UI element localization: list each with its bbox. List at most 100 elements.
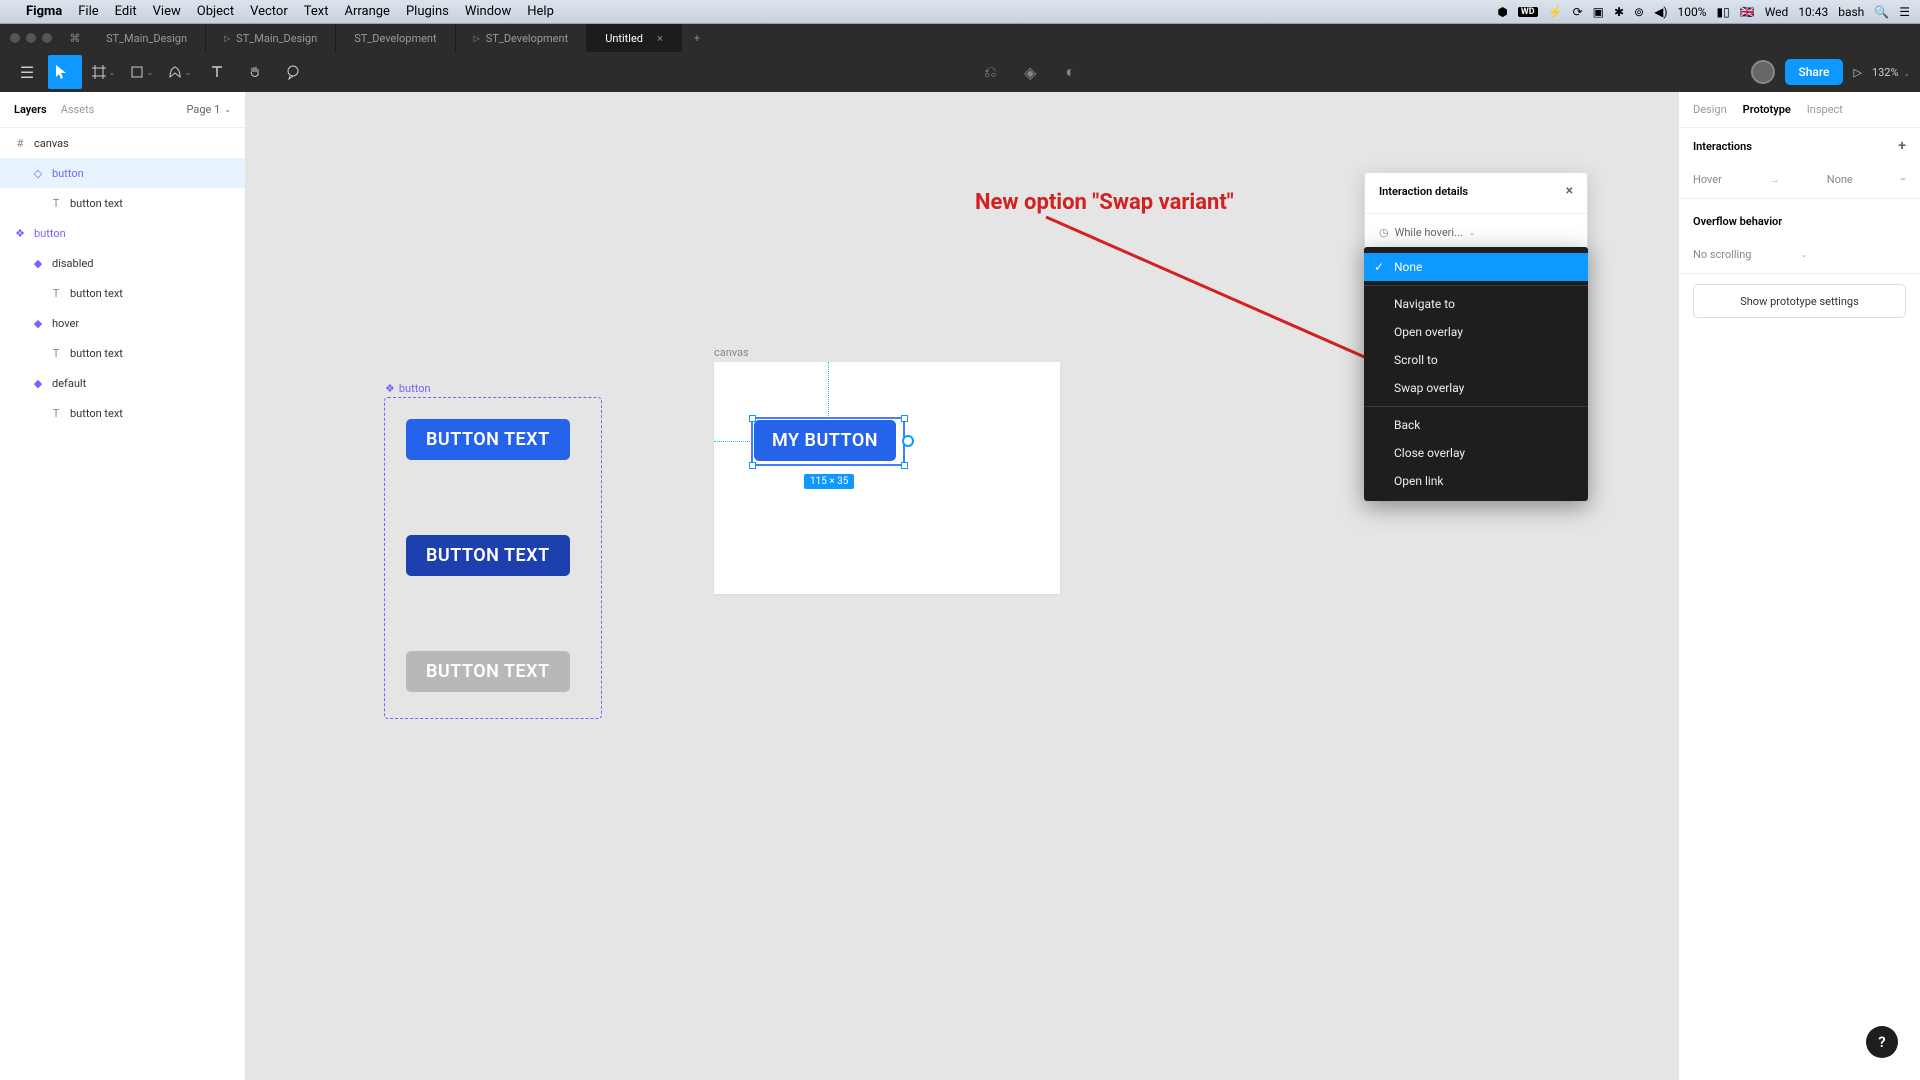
- selection-handle-nw[interactable]: [749, 415, 756, 422]
- layer-hover-text[interactable]: Tbutton text: [0, 338, 245, 368]
- selection-outline: [752, 418, 904, 465]
- menu-edit[interactable]: Edit: [115, 4, 137, 19]
- status-icon-vol[interactable]: ◀): [1654, 5, 1667, 19]
- battery-icon[interactable]: ▮▯: [1717, 5, 1730, 19]
- variant-disabled[interactable]: BUTTON TEXT: [406, 651, 570, 692]
- window-traffic-lights[interactable]: [0, 33, 62, 43]
- page-selector[interactable]: Page 1⌄: [187, 103, 232, 116]
- user-text[interactable]: bash: [1838, 5, 1864, 19]
- search-icon[interactable]: 🔍: [1874, 5, 1889, 19]
- frame-label-canvas[interactable]: canvas: [714, 346, 749, 359]
- prototype-connector-dot[interactable]: [902, 435, 914, 447]
- assets-tab[interactable]: Assets: [61, 103, 95, 116]
- tab-5-active[interactable]: Untitled×: [587, 24, 682, 52]
- menu-view[interactable]: View: [153, 4, 181, 19]
- new-tab-button[interactable]: +: [682, 32, 712, 45]
- dropdown-option-close-overlay[interactable]: Close overlay: [1364, 439, 1588, 467]
- frame-canvas[interactable]: [714, 362, 1060, 594]
- layer-canvas[interactable]: #canvas: [0, 128, 245, 158]
- overflow-heading: Overflow behavior: [1693, 215, 1782, 228]
- tab-1[interactable]: ST_Main_Design: [88, 24, 206, 52]
- layer-button-instance[interactable]: ◇button: [0, 158, 245, 188]
- comment-tool[interactable]: [276, 55, 310, 89]
- menu-plugins[interactable]: Plugins: [406, 4, 449, 19]
- status-icon-wd[interactable]: WD: [1518, 7, 1538, 17]
- selection-handle-ne[interactable]: [901, 415, 908, 422]
- menu-window[interactable]: Window: [465, 4, 511, 19]
- menu-text[interactable]: Text: [304, 4, 329, 19]
- inspector-panel: Design Prototype Inspect Interactions + …: [1678, 92, 1920, 1080]
- undo-icon[interactable]: ⎌: [973, 55, 1007, 89]
- time-text: 10:43: [1798, 5, 1828, 19]
- interaction-row[interactable]: Hover → None −: [1679, 164, 1920, 194]
- layer-button-instance-text[interactable]: Tbutton text: [0, 188, 245, 218]
- action-dropdown: None Navigate to Open overlay Scroll to …: [1364, 247, 1588, 501]
- menu-vector[interactable]: Vector: [250, 4, 288, 19]
- layers-panel: Layers Assets Page 1⌄ #canvas ◇button Tb…: [0, 92, 246, 1080]
- panel-close-button[interactable]: ×: [1566, 183, 1573, 199]
- layer-disabled-text[interactable]: Tbutton text: [0, 278, 245, 308]
- selection-handle-se[interactable]: [901, 462, 908, 469]
- status-icon-1[interactable]: ⬢: [1497, 5, 1507, 19]
- app-name[interactable]: Figma: [26, 4, 62, 19]
- selection-handle-sw[interactable]: [749, 462, 756, 469]
- dropdown-option-open-link[interactable]: Open link: [1364, 467, 1588, 495]
- layer-button-component[interactable]: ❖button: [0, 218, 245, 248]
- day-text: Wed: [1765, 5, 1789, 19]
- show-prototype-settings-button[interactable]: Show prototype settings: [1693, 284, 1906, 318]
- flag-icon[interactable]: 🇬🇧: [1740, 5, 1755, 19]
- dropdown-option-navigate[interactable]: Navigate to: [1364, 290, 1588, 318]
- status-icon-3[interactable]: ⟳: [1573, 5, 1583, 19]
- design-tab[interactable]: Design: [1693, 103, 1727, 116]
- frame-tool[interactable]: ⌄: [86, 55, 120, 89]
- main-menu-button[interactable]: ☰: [10, 63, 44, 82]
- guide-left: [828, 362, 829, 418]
- add-interaction-button[interactable]: +: [1898, 138, 1906, 154]
- menu-object[interactable]: Object: [197, 4, 234, 19]
- selection-size-badge: 115 × 35: [804, 474, 854, 489]
- figma-toolbar: ☰ ⌄ ⌄ ⌄ ⌄ ⎌ ◈ ◐ Share ▷ 132% ⌄: [0, 52, 1920, 92]
- status-icon-wifi[interactable]: ⊚: [1634, 5, 1644, 19]
- prototype-tab[interactable]: Prototype: [1743, 103, 1791, 116]
- component-icon[interactable]: ◈: [1013, 55, 1047, 89]
- hand-tool[interactable]: [238, 55, 272, 89]
- layer-default-text[interactable]: Tbutton text: [0, 398, 245, 428]
- menu-arrange[interactable]: Arrange: [344, 4, 389, 19]
- overflow-value-row[interactable]: No scrolling⌄: [1679, 239, 1920, 269]
- dropdown-option-back[interactable]: Back: [1364, 411, 1588, 439]
- remove-interaction-button[interactable]: −: [1900, 173, 1906, 186]
- menu-file[interactable]: File: [78, 4, 98, 19]
- tab-3[interactable]: ST_Development: [336, 24, 455, 52]
- pen-tool[interactable]: ⌄: [162, 55, 196, 89]
- list-icon[interactable]: ☰: [1899, 5, 1910, 19]
- dropdown-option-scroll[interactable]: Scroll to: [1364, 346, 1588, 374]
- status-icon-2[interactable]: ⚡: [1548, 5, 1563, 19]
- share-button[interactable]: Share: [1785, 59, 1844, 85]
- status-icon-bt[interactable]: ✱: [1614, 5, 1624, 19]
- inspect-tab[interactable]: Inspect: [1807, 103, 1843, 116]
- panel-trigger-row[interactable]: ◷ While hoveri... ⌄: [1365, 218, 1587, 247]
- shape-tool[interactable]: ⌄: [124, 55, 158, 89]
- status-icon-display[interactable]: ▣: [1593, 5, 1604, 19]
- dropdown-option-swap-overlay[interactable]: Swap overlay: [1364, 374, 1588, 402]
- layers-tab[interactable]: Layers: [14, 103, 47, 116]
- tab-2[interactable]: ▷ST_Main_Design: [206, 24, 336, 52]
- canvas-area[interactable]: ❖button BUTTON TEXT BUTTON TEXT BUTTON T…: [246, 92, 1678, 1080]
- zoom-level[interactable]: 132% ⌄: [1872, 66, 1910, 79]
- layer-default[interactable]: ◆default: [0, 368, 245, 398]
- layer-disabled[interactable]: ◆disabled: [0, 248, 245, 278]
- layer-hover[interactable]: ◆hover: [0, 308, 245, 338]
- figma-home-icon[interactable]: ⌘: [62, 32, 88, 45]
- present-button[interactable]: ▷: [1853, 66, 1861, 79]
- move-tool[interactable]: ⌄: [48, 55, 82, 89]
- variant-hover[interactable]: BUTTON TEXT: [406, 535, 570, 576]
- tab-4[interactable]: ▷ST_Development: [456, 24, 588, 52]
- text-tool[interactable]: [200, 55, 234, 89]
- dropdown-option-none[interactable]: None: [1364, 253, 1588, 281]
- help-button[interactable]: ?: [1866, 1026, 1898, 1058]
- mask-icon[interactable]: ◐: [1053, 55, 1087, 89]
- variant-default[interactable]: BUTTON TEXT: [406, 419, 570, 460]
- dropdown-option-open-overlay[interactable]: Open overlay: [1364, 318, 1588, 346]
- user-avatar[interactable]: [1751, 60, 1775, 84]
- menu-help[interactable]: Help: [527, 4, 554, 19]
